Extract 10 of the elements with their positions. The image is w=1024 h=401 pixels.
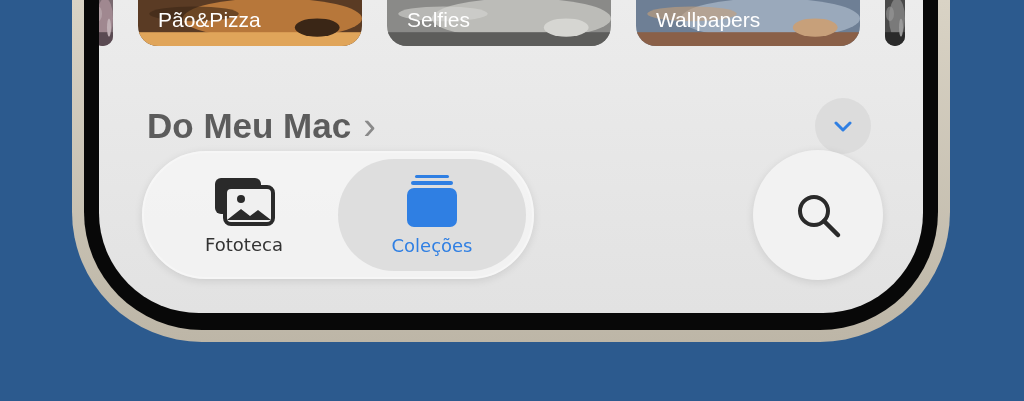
album-title[interactable]: Pão&Pizza	[158, 9, 261, 30]
photos-icon	[213, 175, 275, 226]
album-title[interactable]: Wallpapers	[656, 9, 761, 30]
tab[interactable]: Coleções	[338, 159, 526, 271]
chevron-down-icon	[834, 120, 852, 132]
album-title[interactable]: Selfies	[407, 9, 471, 30]
tab[interactable]: Fototeca	[150, 159, 338, 271]
chevron-icon[interactable]: ›	[363, 104, 376, 148]
section-title[interactable]: Do Meu Mac	[147, 106, 352, 146]
stack-icon	[406, 174, 458, 227]
